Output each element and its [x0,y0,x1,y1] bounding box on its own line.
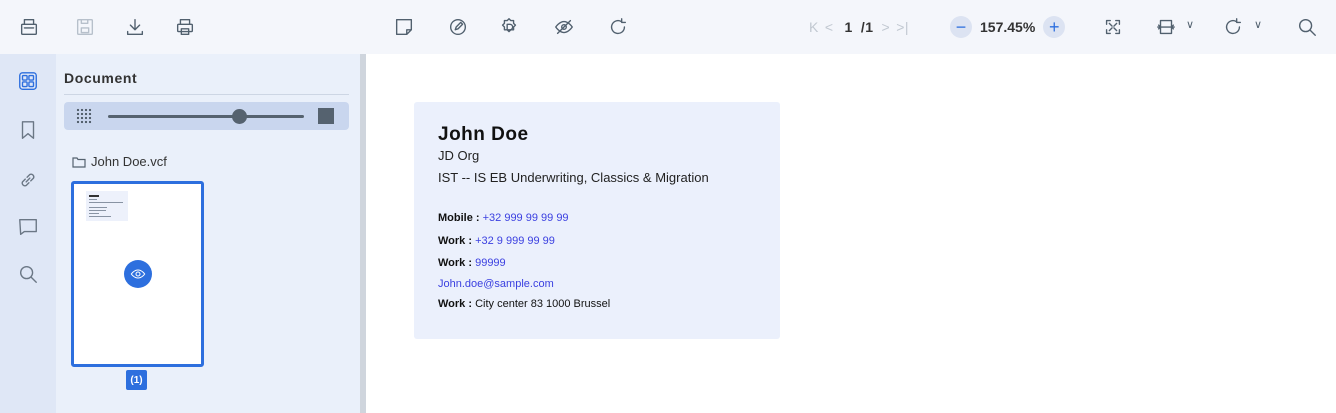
address-value: City center 83 1000 Brussel [475,298,611,310]
slider-track[interactable] [108,115,304,118]
address-line: Work : City center 83 1000 Brussel [438,298,610,310]
fit-width-icon[interactable] [1151,12,1181,42]
folder-icon [72,156,86,168]
contact-name: John Doe [438,124,529,145]
toolbar: K < 1 /1 > >| − 157.45% + ∨ ∨ [0,0,1336,54]
thumbnail-size-slider [64,102,349,130]
first-page-button[interactable]: K [809,19,819,35]
contact-org: JD Org [438,148,480,163]
page-navigator: K < 1 /1 > >| [806,15,912,39]
edit-icon[interactable] [443,12,473,42]
settings-icon[interactable] [494,12,524,42]
zoom-control: − 157.45% + [950,15,1066,39]
zoom-out-button[interactable]: − [950,16,972,38]
page-thumbnail[interactable] [71,181,204,367]
open-file-icon[interactable] [14,12,44,42]
contact-title: IST -- IS EB Underwriting, Classics & Mi… [438,170,709,185]
view-icon[interactable] [124,260,152,288]
address-label: Work : [438,298,476,310]
hide-icon[interactable] [549,12,579,42]
email-line: John.doe@sample.com [438,278,554,290]
work-phone-link[interactable]: +32 9 999 99 99 [475,235,555,247]
file-entry[interactable]: John Doe.vcf [72,154,167,169]
total-pages: /1 [860,19,874,35]
work-ext-label: Work : [438,257,476,269]
small-grid-icon[interactable] [76,108,92,124]
panel-title: Document [64,70,138,86]
zoom-in-button[interactable]: + [1043,16,1066,38]
prev-page-button[interactable]: < [825,19,834,35]
print-icon[interactable] [170,12,200,42]
zoom-value[interactable]: 157.45% [980,19,1035,35]
fullscreen-icon[interactable] [1098,12,1128,42]
file-name: John Doe.vcf [91,154,167,169]
mobile-label: Mobile : [438,212,483,224]
sticky-note-icon[interactable] [389,12,419,42]
fit-width-dropdown-icon[interactable]: ∨ [1186,18,1194,31]
link-icon[interactable] [13,165,43,195]
rotate-dropdown-icon[interactable]: ∨ [1254,18,1262,31]
work-ext-line: Work : 99999 [438,257,506,269]
thumbnails-icon[interactable] [13,66,43,96]
mobile-link[interactable]: +32 999 99 99 99 [483,212,569,224]
left-rail [0,54,56,413]
rotate-icon[interactable] [1218,12,1248,42]
thumbnail-preview [86,191,128,221]
current-page-input[interactable]: 1 [845,19,853,35]
save-icon[interactable] [70,12,100,42]
bookmark-icon[interactable] [13,115,43,145]
mobile-line: Mobile : +32 999 99 99 99 [438,212,569,224]
work-phone-label: Work : [438,235,476,247]
panel-divider [64,94,349,95]
large-thumbnail-icon[interactable] [318,108,334,124]
search-panel-icon[interactable] [13,259,43,289]
thumbnail-panel: Document John Doe.vcf (1) [56,54,360,413]
work-ext-link[interactable]: 99999 [475,257,506,269]
comment-icon[interactable] [13,212,43,242]
document-viewer: John Doe JD Org IST -- IS EB Underwritin… [366,54,1336,413]
download-icon[interactable] [120,12,150,42]
vcard: John Doe JD Org IST -- IS EB Underwritin… [414,102,780,339]
redo-icon[interactable] [603,12,633,42]
slider-handle[interactable] [232,109,247,124]
email-link[interactable]: John.doe@sample.com [438,278,554,290]
search-icon[interactable] [1292,12,1322,42]
work-phone-line: Work : +32 9 999 99 99 [438,235,555,247]
page-number-badge: (1) [126,370,147,390]
last-page-button[interactable]: >| [896,19,909,35]
next-page-button[interactable]: > [882,19,891,35]
